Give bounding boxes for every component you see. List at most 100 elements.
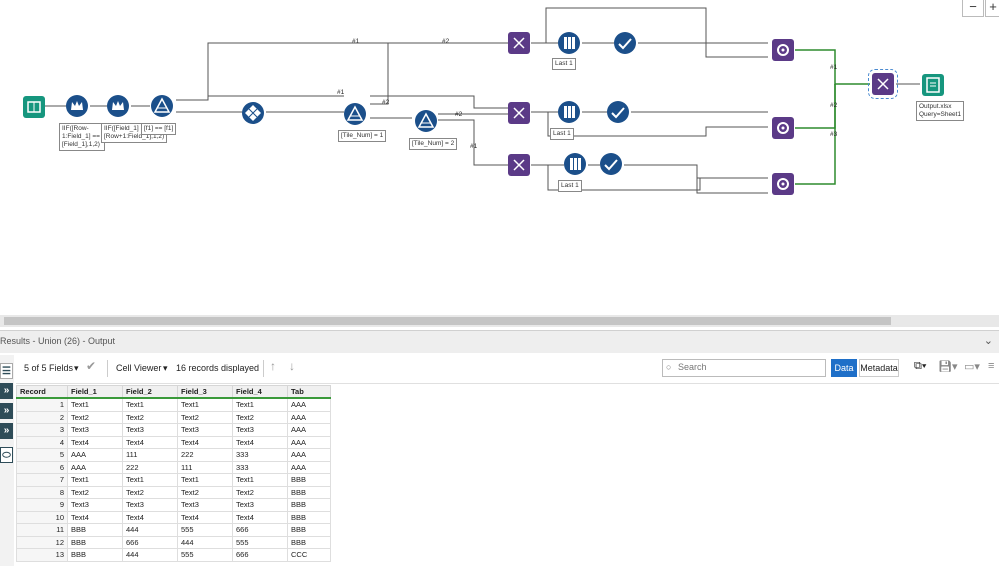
record-number-cell[interactable]: 11 xyxy=(16,523,68,537)
filter-tool-3[interactable] xyxy=(415,110,437,132)
table-cell[interactable]: Text2 xyxy=(232,410,288,424)
table-cell[interactable]: 666 xyxy=(232,548,288,562)
transpose-tool-2[interactable] xyxy=(508,102,530,124)
table-cell[interactable]: Text2 xyxy=(177,485,233,499)
table-cell[interactable]: Text3 xyxy=(67,498,123,512)
table-row[interactable]: 9 Text3 Text3 Text3 Text3 BBB xyxy=(16,498,331,512)
join-multiple-tool-2[interactable] xyxy=(772,117,794,139)
table-row[interactable]: 13 BBB 444 555 666 CCC xyxy=(16,548,331,562)
transpose-tool-3[interactable] xyxy=(508,154,530,176)
input-data-tool[interactable] xyxy=(23,96,45,118)
table-cell[interactable]: AAA xyxy=(287,397,331,412)
table-cell[interactable]: Text4 xyxy=(122,435,178,449)
expand-icon[interactable]: » xyxy=(0,383,13,399)
table-cell[interactable]: Text1 xyxy=(122,397,178,412)
join-multiple-tool-1[interactable] xyxy=(772,39,794,61)
multi-row-formula-tool-1[interactable] xyxy=(66,95,88,117)
table-cell[interactable]: 333 xyxy=(232,460,288,474)
table-cell[interactable]: 444 xyxy=(122,548,178,562)
table-cell[interactable]: Text3 xyxy=(122,498,178,512)
record-number-cell[interactable]: 4 xyxy=(16,435,68,449)
column-header[interactable]: Record xyxy=(16,385,68,399)
tag-icon[interactable]: ⬭ xyxy=(0,447,13,463)
table-cell[interactable]: Text4 xyxy=(177,510,233,524)
table-cell[interactable]: Text1 xyxy=(67,473,123,487)
record-number-cell[interactable]: 5 xyxy=(16,448,68,462)
table-cell[interactable]: BBB xyxy=(287,535,331,549)
sample-tool-2[interactable] xyxy=(558,101,580,123)
data-tab-button[interactable]: Data xyxy=(831,359,857,377)
table-cell[interactable]: AAA xyxy=(67,460,123,474)
table-cell[interactable]: Text1 xyxy=(232,473,288,487)
table-cell[interactable]: 111 xyxy=(122,448,178,462)
select-tool-1[interactable] xyxy=(614,32,636,54)
chevron-down-icon[interactable]: ▾ xyxy=(74,363,79,374)
table-cell[interactable]: 222 xyxy=(122,460,178,474)
column-header[interactable]: Tab xyxy=(287,385,331,399)
record-number-cell[interactable]: 3 xyxy=(16,423,68,437)
copy-icon[interactable]: ⧉▾ xyxy=(914,360,926,373)
table-cell[interactable]: BBB xyxy=(287,523,331,537)
chevron-down-icon[interactable]: ⌄ xyxy=(984,334,993,347)
filter-tool-1[interactable] xyxy=(151,95,173,117)
record-number-cell[interactable]: 6 xyxy=(16,460,68,474)
column-header[interactable]: Field_3 xyxy=(177,385,233,399)
table-cell[interactable]: AAA xyxy=(287,460,331,474)
table-cell[interactable]: BBB xyxy=(67,523,123,537)
table-cell[interactable]: AAA xyxy=(67,448,123,462)
tile-tool[interactable] xyxy=(242,102,264,124)
table-row[interactable]: 10 Text4 Text4 Text4 Text4 BBB xyxy=(16,510,331,524)
table-cell[interactable]: Text4 xyxy=(67,435,123,449)
table-cell[interactable]: 666 xyxy=(232,523,288,537)
cell-viewer-selector[interactable]: Cell Viewer xyxy=(116,363,161,373)
table-row[interactable]: 1 Text1 Text1 Text1 Text1 AAA xyxy=(16,397,331,412)
table-cell[interactable]: Text1 xyxy=(232,397,288,412)
zoom-in-button[interactable]: + xyxy=(985,0,999,17)
table-cell[interactable]: Text1 xyxy=(67,397,123,412)
expand-icon[interactable]: » xyxy=(0,403,13,419)
menu-icon[interactable]: ≡ xyxy=(988,360,994,372)
union-tool[interactable] xyxy=(868,69,898,99)
expand-icon[interactable]: » xyxy=(0,423,13,439)
table-cell[interactable]: 333 xyxy=(232,448,288,462)
table-cell[interactable]: Text4 xyxy=(67,510,123,524)
record-number-cell[interactable]: 8 xyxy=(16,485,68,499)
transpose-tool-1[interactable] xyxy=(508,32,530,54)
table-cell[interactable]: 555 xyxy=(177,523,233,537)
table-cell[interactable]: 444 xyxy=(177,535,233,549)
table-cell[interactable]: AAA xyxy=(287,448,331,462)
table-cell[interactable]: Text4 xyxy=(232,510,288,524)
join-multiple-tool-3[interactable] xyxy=(772,173,794,195)
table-cell[interactable]: Text3 xyxy=(67,423,123,437)
table-cell[interactable]: BBB xyxy=(287,473,331,487)
table-row[interactable]: 5 AAA 111 222 333 AAA xyxy=(16,448,331,462)
table-cell[interactable]: 444 xyxy=(122,523,178,537)
table-cell[interactable]: BBB xyxy=(67,548,123,562)
record-number-cell[interactable]: 9 xyxy=(16,498,68,512)
table-cell[interactable]: AAA xyxy=(287,423,331,437)
output-data-tool[interactable] xyxy=(922,74,944,96)
table-cell[interactable]: Text2 xyxy=(177,410,233,424)
table-cell[interactable]: 222 xyxy=(177,448,233,462)
table-row[interactable]: 4 Text4 Text4 Text4 Text4 AAA xyxy=(16,435,331,449)
table-cell[interactable]: AAA xyxy=(287,435,331,449)
table-cell[interactable]: Text2 xyxy=(67,410,123,424)
table-cell[interactable]: Text3 xyxy=(177,423,233,437)
table-row[interactable]: 3 Text3 Text3 Text3 Text3 AAA xyxy=(16,423,331,437)
sample-tool-1[interactable] xyxy=(558,32,580,54)
table-row[interactable]: 2 Text2 Text2 Text2 Text2 AAA xyxy=(16,410,331,424)
scrollbar-thumb[interactable] xyxy=(4,317,891,325)
sample-tool-3[interactable] xyxy=(564,153,586,175)
table-cell[interactable]: Text2 xyxy=(67,485,123,499)
record-number-cell[interactable]: 1 xyxy=(16,397,68,412)
chevron-down-icon[interactable]: ▾ xyxy=(163,363,168,374)
multi-row-formula-tool-2[interactable] xyxy=(107,95,129,117)
select-tool-3[interactable] xyxy=(600,153,622,175)
list-icon[interactable]: ☰ xyxy=(0,363,13,379)
select-tool-2[interactable] xyxy=(607,101,629,123)
table-cell[interactable]: Text1 xyxy=(177,397,233,412)
workflow-canvas[interactable]: IIF([Row-1:Field_1] == [Field_1],1,2) II… xyxy=(0,0,999,315)
column-header[interactable]: Field_4 xyxy=(232,385,288,399)
fields-selector[interactable]: 5 of 5 Fields xyxy=(24,363,73,373)
record-number-cell[interactable]: 12 xyxy=(16,535,68,549)
